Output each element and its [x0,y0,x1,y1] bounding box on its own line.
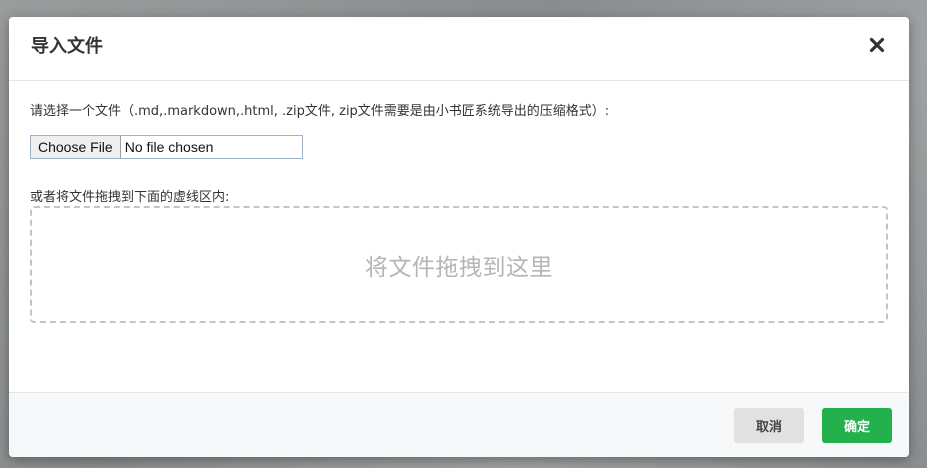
file-input[interactable]: Choose File No file chosen [30,135,303,159]
close-icon[interactable] [869,37,885,53]
import-file-dialog: 导入文件 请选择一个文件（.md,.markdown,.html, .zip文件… [9,17,909,457]
dialog-title: 导入文件 [31,36,103,57]
confirm-button[interactable]: 确定 [822,408,892,443]
choose-file-button[interactable]: Choose File [31,136,121,158]
dialog-body: 请选择一个文件（.md,.markdown,.html, .zip文件, zip… [9,82,909,392]
dialog-footer: 取消 确定 [9,392,909,457]
file-status-text: No file chosen [124,139,214,155]
drop-zone[interactable]: 将文件拖拽到这里 [30,206,888,323]
file-type-hint: 请选择一个文件（.md,.markdown,.html, .zip文件, zip… [30,104,610,119]
drop-zone-text: 将文件拖拽到这里 [365,254,553,281]
dialog-header: 导入文件 [9,17,909,81]
cancel-button[interactable]: 取消 [734,408,804,443]
drag-hint: 或者将文件拖拽到下面的虚线区内: [30,190,230,205]
